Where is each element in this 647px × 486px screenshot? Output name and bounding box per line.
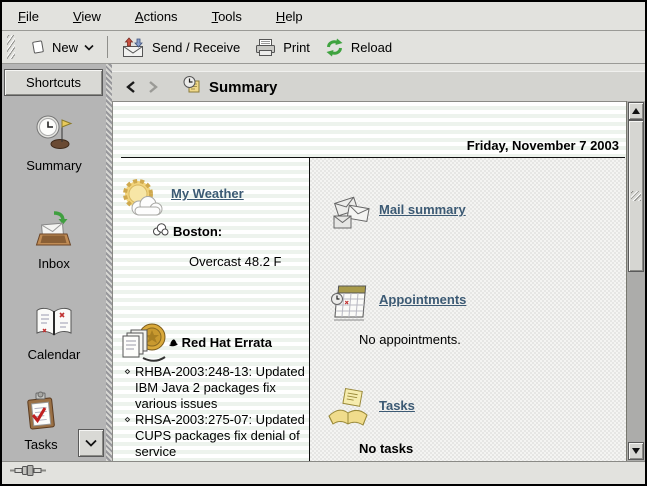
mail-summary-link[interactable]: Mail summary [379, 202, 466, 217]
envelopes-icon [331, 192, 375, 237]
my-weather-link[interactable]: My Weather [171, 186, 244, 201]
header-rule [121, 157, 625, 158]
menu-item-actions[interactable]: Actions [131, 7, 182, 26]
cable-connector-icon[interactable] [10, 464, 46, 482]
print-label: Print [283, 40, 310, 55]
chevron-down-icon [84, 44, 94, 51]
sidebar-item-label: Summary [26, 158, 82, 173]
shortcuts-group-label: Shortcuts [26, 75, 81, 90]
arrow-up-icon [632, 108, 640, 114]
summary-view: Friday, November 7 2003 My Weather [112, 101, 627, 461]
chevron-down-icon [85, 434, 97, 452]
small-cloud-icon [151, 222, 170, 240]
weather-location: Boston: [173, 224, 222, 239]
desk-calendar-icon [329, 282, 371, 327]
menu-item-tools[interactable]: Tools [208, 7, 246, 26]
red-hat-icon [169, 336, 178, 351]
printer-icon [254, 38, 277, 57]
scrollbar-thumb[interactable] [628, 120, 644, 272]
menu-item-help[interactable]: Help [272, 7, 307, 26]
menu-bar: File View Actions Tools Help [2, 2, 645, 31]
menu-item-file[interactable]: File [14, 7, 43, 26]
sidebar-item-calendar[interactable]: Calendar [2, 301, 106, 362]
send-receive-button[interactable]: Send / Receive [114, 34, 247, 61]
clock-flag-icon [34, 112, 74, 152]
sidebar-item-label: Tasks [24, 437, 57, 452]
folder-title: Summary [209, 79, 277, 96]
reload-button[interactable]: Reload [317, 35, 399, 60]
back-button[interactable] [122, 78, 140, 96]
appointments-link[interactable]: Appointments [379, 292, 466, 307]
sidebar-item-inbox[interactable]: Inbox [2, 210, 106, 271]
appointments-empty-text: No appointments. [359, 332, 461, 347]
errata-list: RHBA-2003:248-13: Updated IBM Java 2 pac… [123, 364, 317, 460]
tasks-empty-text: No tasks [359, 441, 413, 456]
sun-cloud-icon [121, 178, 165, 223]
clipboard-check-icon [22, 391, 60, 431]
sticky-notes-icon [325, 386, 371, 433]
shortcut-bar: Shortcuts Summary [2, 64, 107, 461]
new-button[interactable]: New [23, 36, 101, 58]
shortcuts-group-button[interactable]: Shortcuts [4, 69, 103, 96]
vertical-scrollbar[interactable] [626, 101, 645, 461]
new-button-label: New [52, 40, 78, 55]
sidebar-item-label: Calendar [28, 347, 81, 362]
print-button[interactable]: Print [247, 35, 317, 60]
errata-item[interactable]: RHSA-2003:275-07: Updated CUPS packages … [135, 412, 317, 460]
tasks-link[interactable]: Tasks [379, 398, 415, 413]
forward-button[interactable] [144, 78, 162, 96]
toolbar: New Send / Receive [2, 31, 645, 64]
sidebar-item-summary[interactable]: Summary [2, 112, 106, 173]
errata-title: Red Hat Errata [182, 335, 272, 350]
open-book-icon [33, 301, 75, 341]
thumb-grip-icon [631, 191, 641, 201]
scroll-up-button[interactable] [628, 102, 644, 120]
send-receive-label: Send / Receive [152, 40, 240, 55]
arrow-down-icon [632, 448, 640, 454]
errata-heading-row: Red Hat Errata [169, 335, 272, 351]
inbox-tray-icon [34, 210, 74, 250]
reload-label: Reload [351, 40, 392, 55]
menu-item-view[interactable]: View [69, 7, 105, 26]
send-receive-envelope-icon [121, 37, 146, 58]
errata-item[interactable]: RHBA-2003:248-13: Updated IBM Java 2 pac… [135, 364, 317, 412]
weather-condition: Overcast 48.2 F [189, 254, 281, 269]
reload-arrows-icon [324, 38, 345, 57]
date-heading: Friday, November 7 2003 [467, 138, 619, 153]
shortcuts-scroll-down-button[interactable] [78, 429, 104, 457]
folder-header: Summary [112, 71, 645, 103]
status-bar [2, 461, 645, 484]
scroll-down-button[interactable] [628, 442, 644, 460]
new-note-icon [30, 39, 46, 55]
evolution-window: File View Actions Tools Help New [0, 0, 647, 486]
toolbar-grip[interactable] [7, 35, 15, 59]
sidebar-item-tasks[interactable]: Tasks [2, 391, 80, 452]
sidebar-item-label: Inbox [38, 256, 70, 271]
summary-folder-icon [182, 75, 201, 99]
toolbar-separator [107, 36, 108, 58]
